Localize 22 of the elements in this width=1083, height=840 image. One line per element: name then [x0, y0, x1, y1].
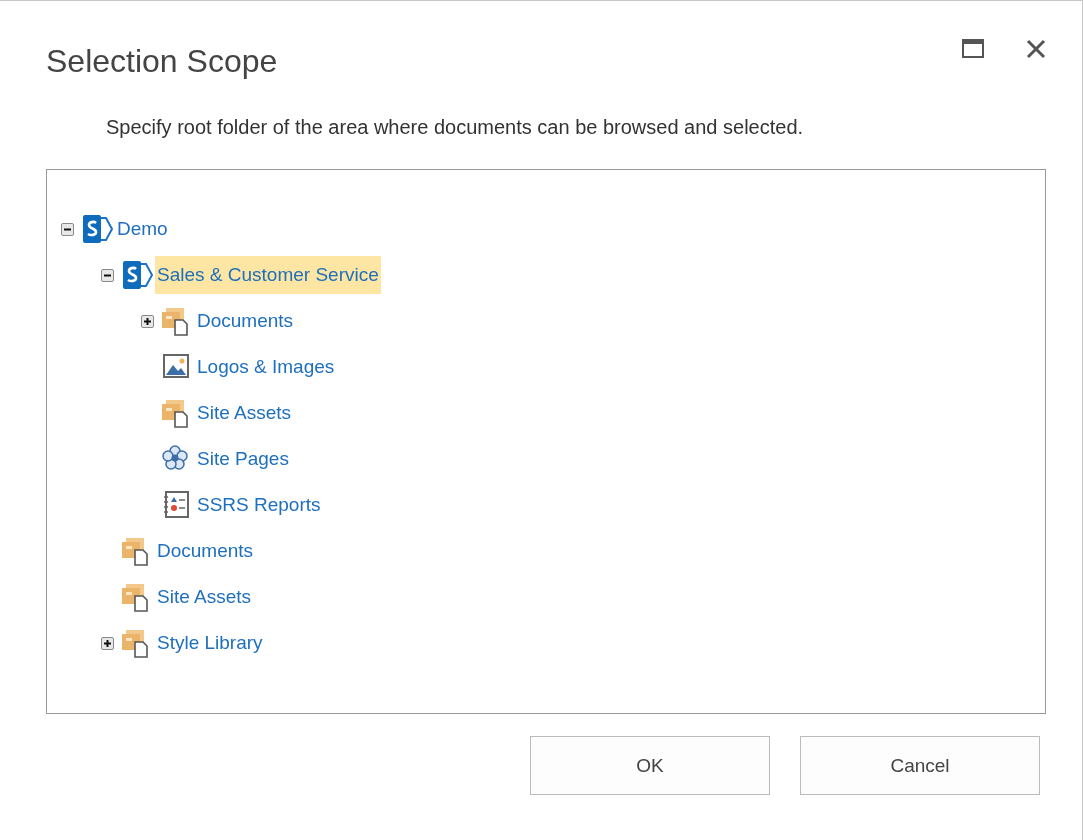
cancel-button[interactable]: Cancel: [800, 736, 1040, 795]
tree-item[interactable]: Site Pages: [195, 440, 291, 478]
expand-icon[interactable]: [101, 636, 114, 650]
tree-item[interactable]: Logos & Images: [195, 348, 337, 386]
tree-item[interactable]: Sales & Customer Service: [155, 256, 381, 294]
tree-item[interactable]: Documents: [155, 532, 256, 570]
tree-item[interactable]: Site Assets: [155, 578, 253, 616]
site-icon: [81, 214, 113, 244]
site-icon: [121, 260, 153, 290]
close-icon[interactable]: [1026, 39, 1046, 59]
tree-item[interactable]: Documents: [195, 302, 296, 340]
maximize-icon[interactable]: [962, 39, 984, 59]
tree-item[interactable]: Style Library: [155, 624, 265, 662]
collapse-icon[interactable]: [61, 222, 74, 236]
ok-button[interactable]: OK: [530, 736, 770, 795]
dialog-title: Selection Scope: [46, 43, 278, 80]
tree-item[interactable]: SSRS Reports: [195, 486, 323, 524]
tree-item[interactable]: Site Assets: [195, 394, 293, 432]
tree-item[interactable]: Demo: [115, 210, 170, 248]
expand-icon[interactable]: [141, 314, 154, 328]
dialog-description: Specify root folder of the area where documents can be browsed and selected.: [106, 116, 805, 139]
collapse-icon[interactable]: [101, 268, 114, 282]
